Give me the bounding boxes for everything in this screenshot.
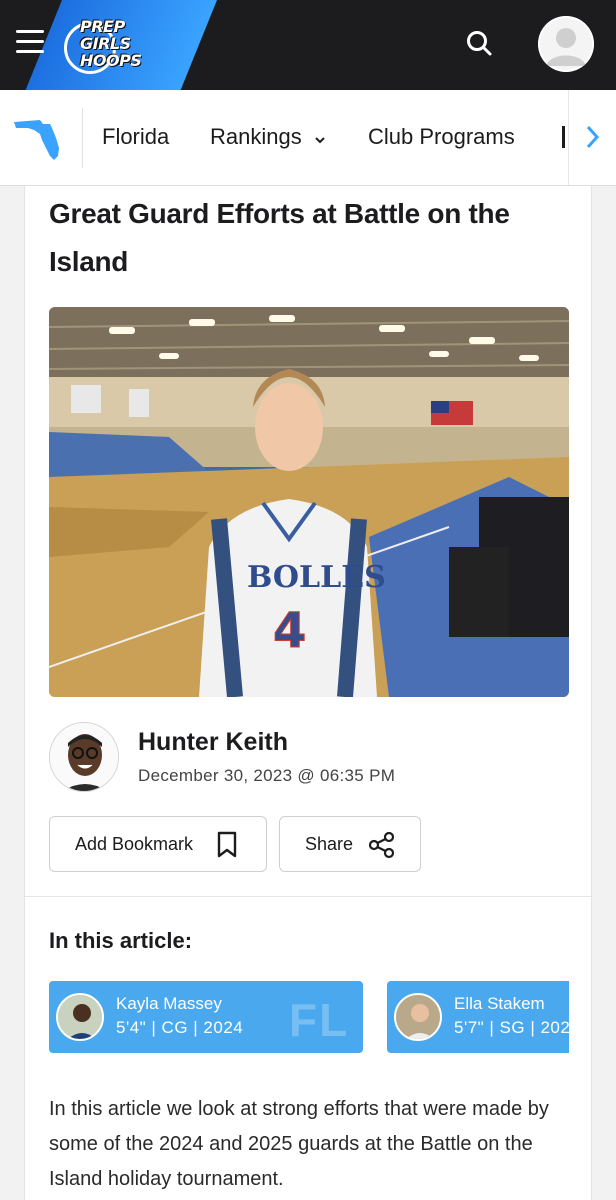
author-avatar[interactable] xyxy=(49,722,119,792)
chevron-right-icon[interactable] xyxy=(568,90,616,185)
player-state-watermark: FL xyxy=(289,994,350,1046)
jersey-text: BOLLES xyxy=(247,560,386,595)
nav-item-rankings[interactable]: Rankings xyxy=(210,124,326,151)
player-card-kayla-massey[interactable]: Kayla Massey 5'4" | CG | 2024 FL xyxy=(49,981,363,1053)
nav-item-florida[interactable]: Florida xyxy=(102,124,169,150)
player-card-ella-stakem[interactable]: Ella Stakem 5'7" | SG | 2025 FL xyxy=(387,981,569,1053)
site-logo[interactable]: PREP GIRLS HOOPS xyxy=(64,14,174,74)
player-meta: 5'4" | CG | 2024 xyxy=(116,1018,244,1037)
share-icon xyxy=(368,831,396,864)
top-app-bar: PREP GIRLS HOOPS xyxy=(0,0,616,90)
article-card: Great Guard Efforts at Battle on the Isl… xyxy=(24,186,592,1200)
florida-map-icon[interactable] xyxy=(12,116,62,162)
player-photo xyxy=(394,993,442,1041)
nav-item-club-programs[interactable]: Club Programs xyxy=(368,124,515,150)
player-meta: 5'7" | SG | 2025 xyxy=(454,1018,569,1037)
chevron-down-icon xyxy=(314,125,326,151)
post-date: December 30, 2023 @ 06:35 PM xyxy=(138,766,396,785)
nav-divider xyxy=(82,108,83,168)
share-button[interactable]: Share xyxy=(279,816,421,872)
in-this-article-heading: In this article: xyxy=(49,928,193,953)
bookmark-icon xyxy=(216,831,238,864)
section-nav-bar: Florida Rankings Club Programs xyxy=(0,90,616,186)
logo-line-2: GIRLS xyxy=(80,34,131,53)
article-title: Great Guard Efforts at Battle on the Isl… xyxy=(49,198,510,277)
search-icon[interactable] xyxy=(464,28,496,60)
user-avatar-icon[interactable] xyxy=(538,16,594,72)
add-bookmark-label: Add Bookmark xyxy=(75,834,194,854)
author-name[interactable]: Hunter Keith xyxy=(138,728,288,757)
hamburger-menu-icon[interactable] xyxy=(16,30,44,54)
article-photo[interactable]: BOLLES 4 xyxy=(49,307,569,697)
player-photo xyxy=(56,993,104,1041)
player-name: Kayla Massey xyxy=(116,994,222,1013)
share-label: Share xyxy=(305,834,354,854)
jersey-number: 4 xyxy=(273,603,306,659)
section-divider xyxy=(25,896,591,897)
player-name: Ella Stakem xyxy=(454,994,545,1013)
player-cards-carousel[interactable]: Kayla Massey 5'4" | CG | 2024 FL Ella St… xyxy=(49,981,569,1053)
logo-line-1: PREP xyxy=(80,17,125,36)
logo-line-3: HOOPS xyxy=(80,51,142,70)
add-bookmark-button[interactable]: Add Bookmark xyxy=(49,816,267,872)
nav-item-rankings-label: Rankings xyxy=(210,124,302,149)
article-body-paragraph: In this article we look at strong effort… xyxy=(49,1098,549,1190)
nav-item-overflow[interactable] xyxy=(562,126,565,148)
